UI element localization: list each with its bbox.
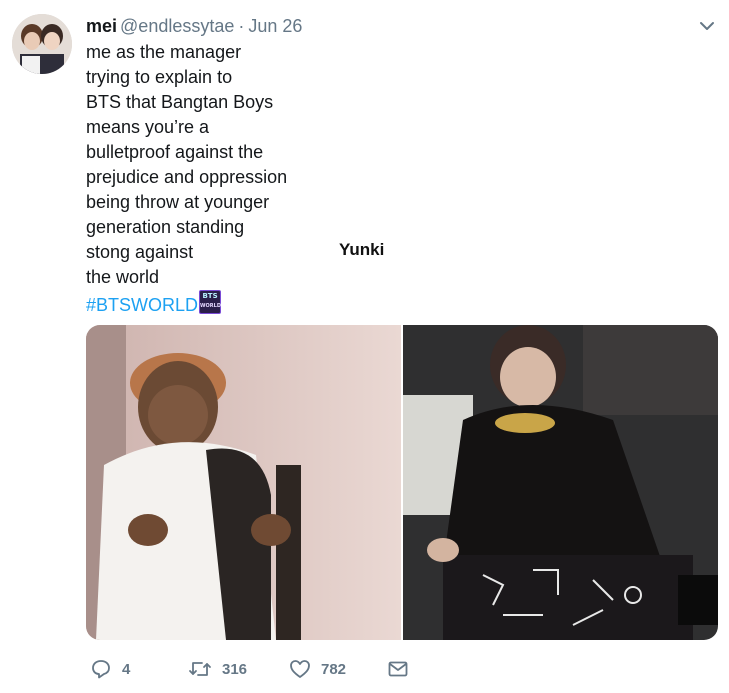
author-name[interactable]: mei [86,16,117,36]
tweet-text-line: me as the manager [86,42,242,62]
hashtag-line: #BTSWORLD BTS WORLD [86,290,446,315]
hashtag-link[interactable]: #BTSWORLD [86,295,198,315]
retweet-count: 316 [222,660,248,678]
media-photo-right[interactable] [403,325,718,640]
reply-icon [92,660,110,679]
tweet-actions: 4 316 782 [86,656,446,682]
tweet-header: mei @endlessytae · Jun 26 [86,15,302,37]
avatar[interactable] [12,14,72,74]
tweet-text-line: generation standing [86,217,245,237]
separator-dot: · [238,16,245,36]
tweet-text-line: prejudice and oppression [86,167,288,187]
bts-world-badge-icon: BTS WORLD [199,290,222,314]
tweet-text-line: BTS that Bangtan Boys [86,92,274,112]
chevron-down-icon[interactable] [698,19,716,33]
tweet-text-line: being throw at younger [86,192,270,212]
tweet-text: me as the manager trying to explain to B… [86,40,446,315]
caption-label: Yunki [339,240,385,259]
media-grid [86,325,718,640]
tweet: mei @endlessytae · Jun 26 me as the manager… [0,0,729,693]
envelope-icon [388,661,408,677]
tweet-text-line: trying to explain to [86,67,233,87]
like-count: 782 [321,660,347,678]
reply-button[interactable]: 4 [90,656,130,682]
tweet-date[interactable]: Jun 26 [248,16,302,36]
heart-icon [290,660,310,678]
reply-count: 4 [122,660,131,678]
tweet-text-line: stong against [86,242,194,262]
like-button[interactable]: 782 [289,656,346,682]
retweet-icon [189,662,211,676]
retweet-button[interactable]: 316 [188,656,247,682]
direct-message-button[interactable] [387,656,409,682]
media-photo-left[interactable] [86,325,401,640]
author-handle[interactable]: @endlessytae [120,16,234,36]
badge-sublabel: WORLD [200,303,221,309]
tweet-text-line: the world [86,267,160,287]
badge-label: BTS [202,292,218,300]
tweet-text-line: means you’re a [86,117,210,137]
tweet-text-line: bulletproof against the [86,142,264,162]
